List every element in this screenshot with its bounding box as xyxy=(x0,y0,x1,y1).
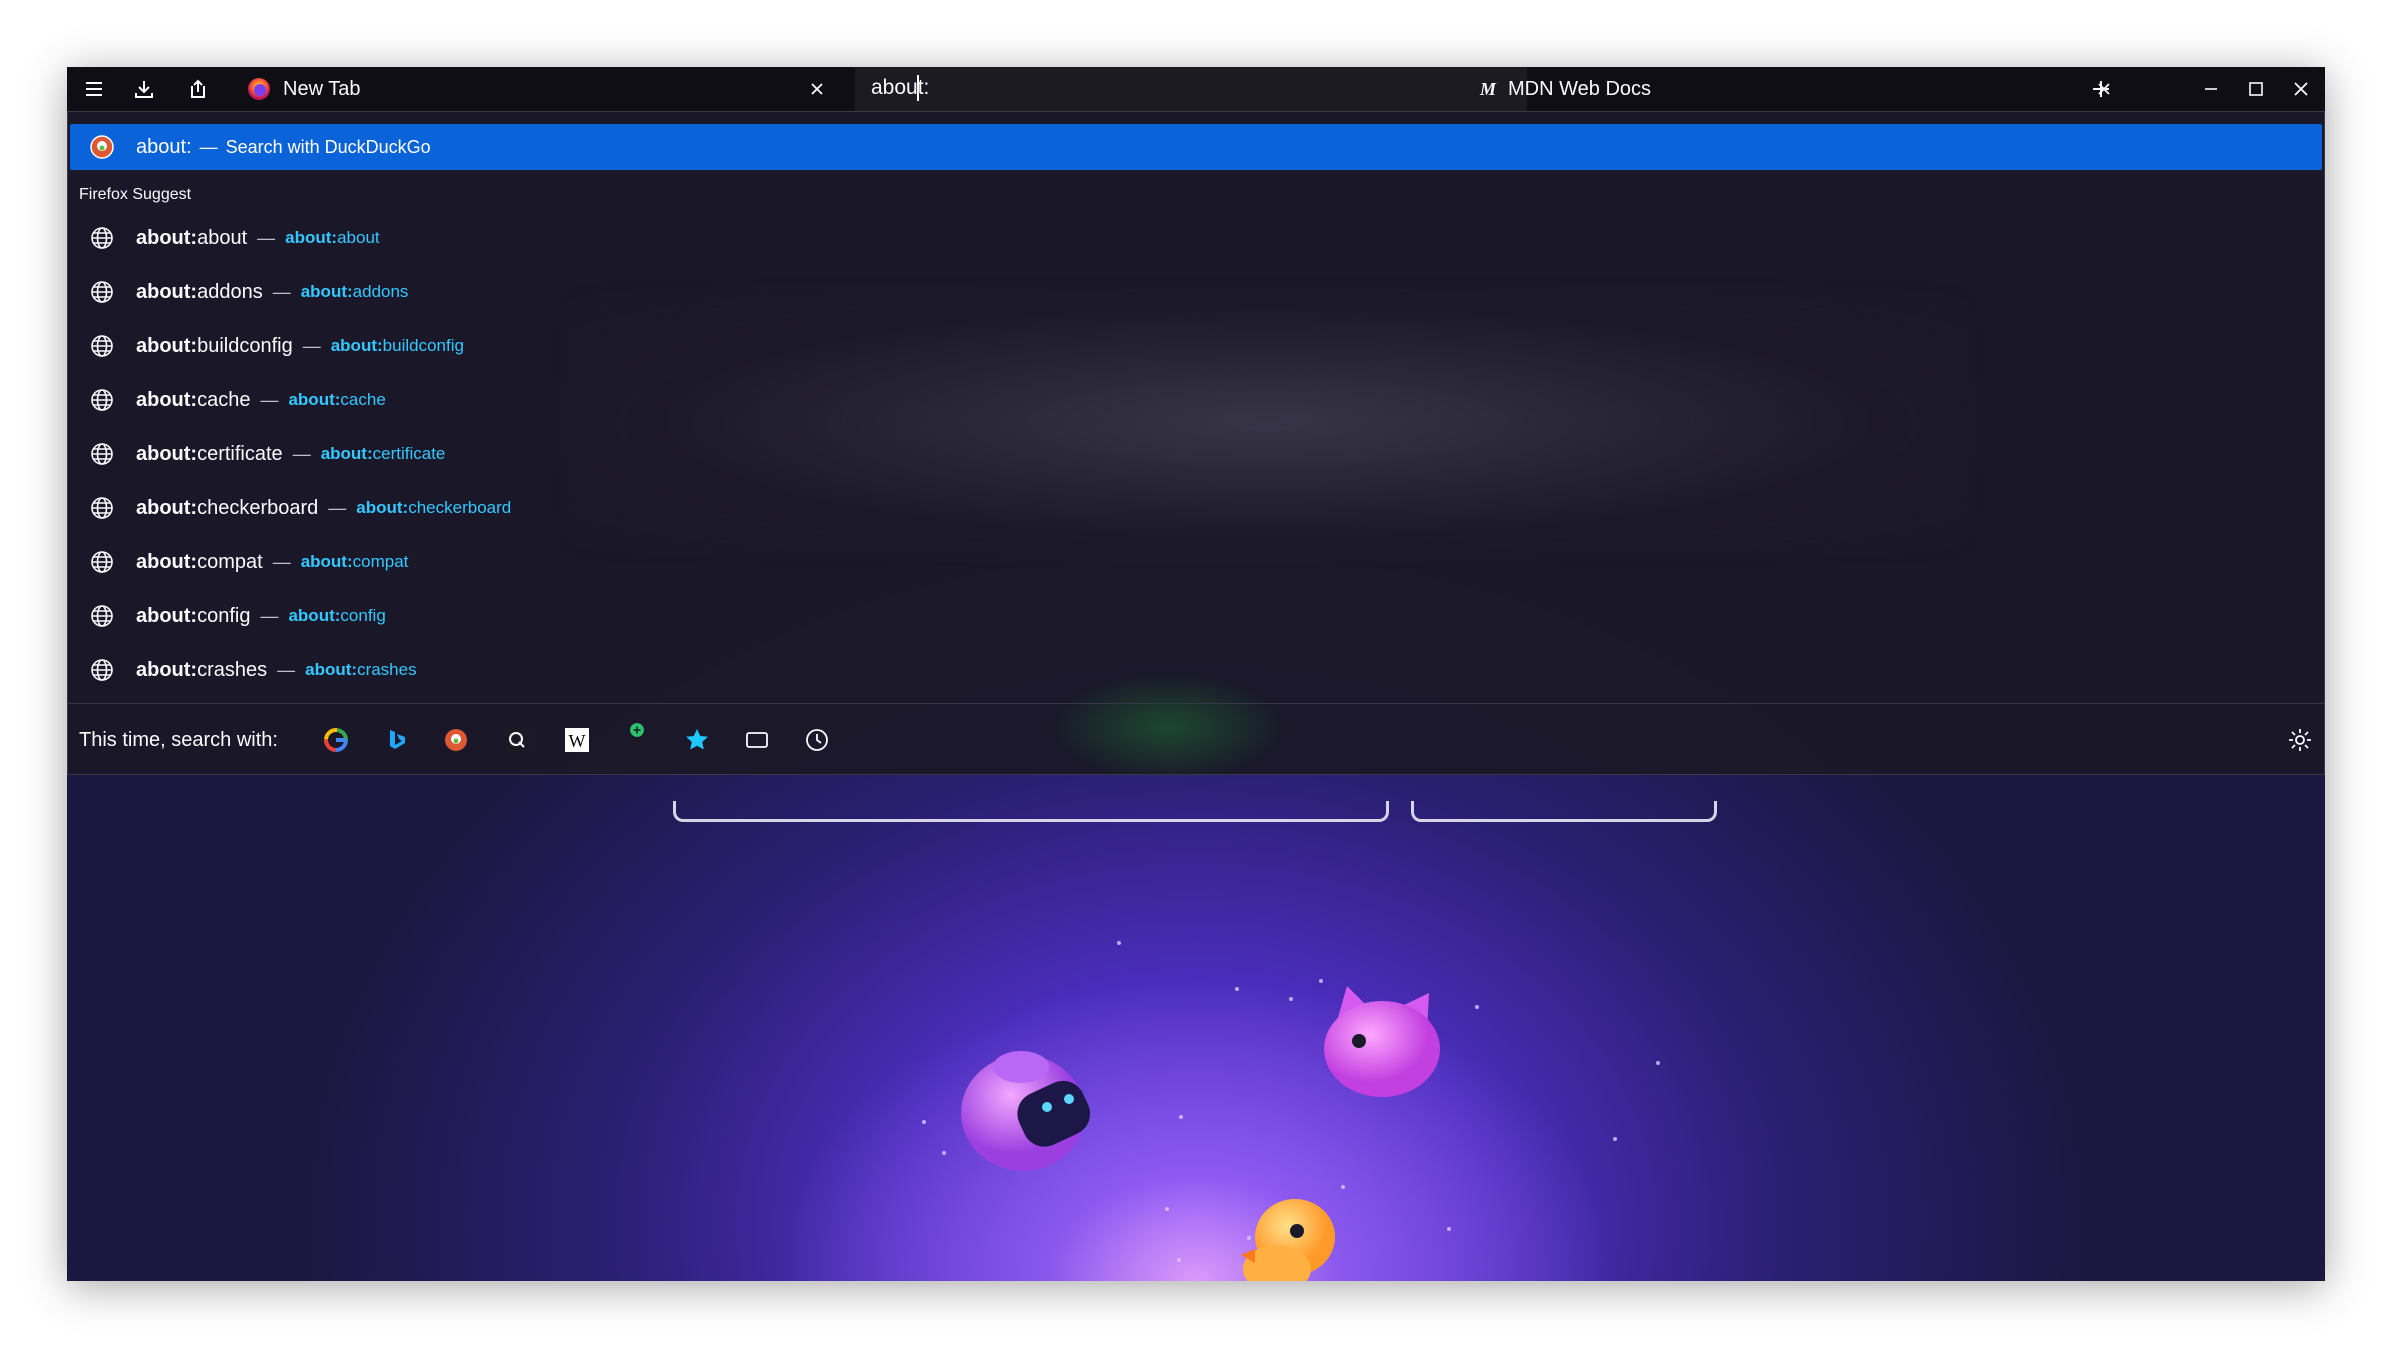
close-icon xyxy=(2294,82,2308,96)
result-title: about:certificate xyxy=(136,442,283,465)
globe-icon xyxy=(91,605,113,627)
result-title: about:checkerboard xyxy=(136,496,319,519)
result-title: about:about xyxy=(136,226,248,249)
duckduckgo-icon xyxy=(90,135,114,159)
firefox-logo-icon xyxy=(248,78,270,100)
bing-icon[interactable] xyxy=(380,724,412,756)
tabs-icon[interactable] xyxy=(741,724,773,756)
globe-icon xyxy=(91,497,113,519)
heuristic-result-row[interactable]: about: — Search with DuckDuckGo xyxy=(70,124,2322,170)
result-separator: — xyxy=(277,659,296,680)
tab-new-tab[interactable]: New Tab xyxy=(247,67,847,111)
result-url: about:buildconfig xyxy=(330,336,464,355)
suggestion-row[interactable]: about:about — about:about xyxy=(70,214,2322,262)
globe-icon xyxy=(91,443,113,465)
globe-icon xyxy=(91,227,113,249)
tab-mdn-web-docs[interactable]: M MDN Web Docs xyxy=(1480,67,2160,111)
share-icon[interactable] xyxy=(184,75,212,103)
result-title: about:addons xyxy=(136,280,263,303)
result-url: about:compat xyxy=(300,552,409,571)
history-clock-icon[interactable] xyxy=(801,724,833,756)
ntp-button-edge xyxy=(1411,801,1717,822)
result-separator: — xyxy=(260,389,279,410)
plus-icon xyxy=(2093,81,2109,97)
result-url: about:certificate xyxy=(320,444,446,463)
result-title: about:buildconfig xyxy=(136,334,293,357)
result-url: about:checkerboard xyxy=(356,498,512,517)
close-window-button[interactable] xyxy=(2287,75,2315,103)
suggestion-row[interactable]: about:buildconfig — about:buildconfig xyxy=(70,322,2322,370)
ntp-search-box-edge xyxy=(673,801,1389,822)
hamburger-menu-icon[interactable] xyxy=(80,75,108,103)
duck-mascot-illustration xyxy=(1241,1199,1335,1281)
result-separator: — xyxy=(257,227,276,248)
result-title: about:compat xyxy=(136,550,263,573)
browser-window: New Tab M MDN Web Docs xyxy=(67,67,2325,1281)
urlbar-results-panel: about: — Search with DuckDuckGo Firefox … xyxy=(67,111,2325,782)
text-caret xyxy=(917,75,919,101)
globe-icon xyxy=(91,659,113,681)
suggestion-row[interactable]: about:addons — about:addons xyxy=(70,268,2322,316)
globe-icon xyxy=(91,335,113,357)
suggestion-row[interactable]: about:certificate — about:certificate xyxy=(70,430,2322,478)
result-action: Search with DuckDuckGo xyxy=(225,136,431,157)
gear-icon[interactable] xyxy=(2284,724,2316,756)
minimize-button[interactable] xyxy=(2197,75,2225,103)
qwant-icon[interactable] xyxy=(501,724,533,756)
result-url: about:crashes xyxy=(305,660,417,679)
result-title: about: xyxy=(136,135,192,158)
new-tab-button[interactable] xyxy=(2087,75,2115,103)
suggestion-row[interactable]: about:cache — about:cache xyxy=(70,376,2322,424)
duckduckgo-icon[interactable] xyxy=(440,724,472,756)
group-label: Firefox Suggest xyxy=(79,186,192,203)
result-title: about:cache xyxy=(136,388,251,411)
result-title: about:crashes xyxy=(136,658,268,681)
result-url: about:addons xyxy=(300,282,409,301)
address-bar[interactable] xyxy=(855,67,1527,111)
title-bar: New Tab M MDN Web Docs xyxy=(67,67,2325,111)
close-tab-button[interactable] xyxy=(805,77,829,101)
result-title: about:config xyxy=(136,604,251,627)
suggestion-row[interactable]: about:crashes — about:crashes xyxy=(70,646,2322,694)
cat-mascot-illustration xyxy=(1324,986,1440,1097)
result-separator: — xyxy=(199,136,218,157)
maximize-button[interactable] xyxy=(2242,75,2270,103)
result-url: about:cache xyxy=(288,390,386,409)
mdn-logo-icon: M xyxy=(1480,78,1497,99)
one-off-label: This time, search with: xyxy=(79,729,278,751)
svg-text:W: W xyxy=(569,731,586,751)
result-separator: — xyxy=(328,497,347,518)
result-separator: — xyxy=(302,335,321,356)
tab-label: New Tab xyxy=(283,77,361,100)
result-url: about:config xyxy=(288,606,386,625)
result-separator: — xyxy=(272,281,291,302)
tab-label: MDN Web Docs xyxy=(1508,77,1652,100)
suggestion-row[interactable]: about:compat — about:compat xyxy=(70,538,2322,586)
globe-icon xyxy=(91,389,113,411)
robot-mascot-illustration xyxy=(961,1051,1091,1171)
minimize-icon xyxy=(2205,88,2217,90)
globe-icon xyxy=(91,281,113,303)
bookmarks-star-icon[interactable] xyxy=(681,724,713,756)
close-icon xyxy=(811,83,823,95)
suggestion-row[interactable]: about:config — about:config xyxy=(70,592,2322,640)
result-url: about:about xyxy=(285,228,380,247)
download-icon[interactable] xyxy=(130,75,158,103)
one-off-search-bar: This time, search with: W xyxy=(68,703,2324,775)
url-input[interactable] xyxy=(871,73,1471,103)
globe-icon xyxy=(91,551,113,573)
result-separator: — xyxy=(292,443,311,464)
google-icon[interactable] xyxy=(320,724,352,756)
maximize-icon xyxy=(2249,82,2263,96)
result-separator: — xyxy=(260,605,279,626)
result-separator: — xyxy=(272,551,291,572)
add-engine-icon[interactable] xyxy=(621,714,653,746)
wikipedia-icon[interactable]: W xyxy=(561,724,593,756)
suggestion-row[interactable]: about:checkerboard — about:checkerboard xyxy=(70,484,2322,532)
